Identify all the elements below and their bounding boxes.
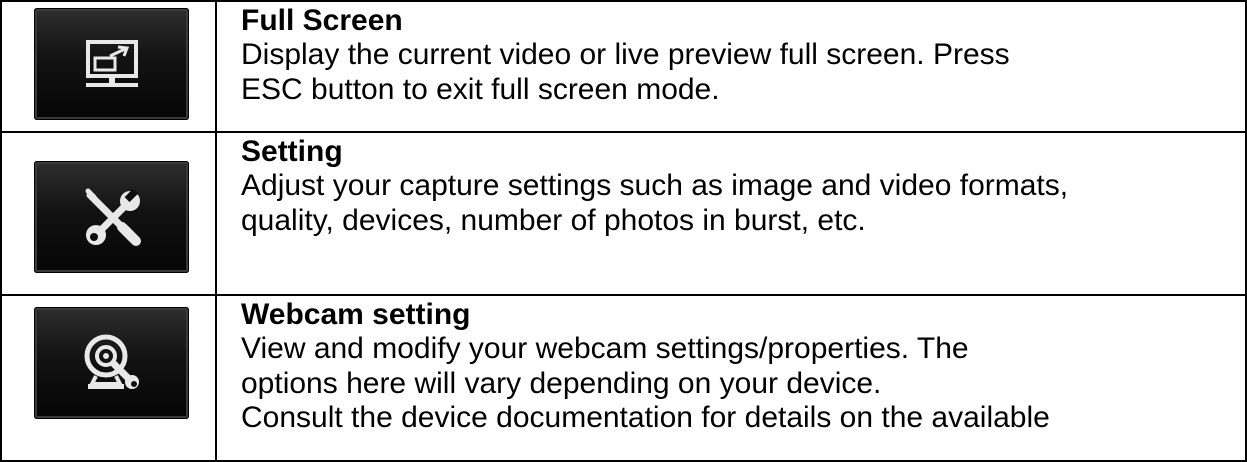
description-cell: Full Screen Display the current video or…: [215, 0, 1247, 133]
fullscreen-monitor-icon: [85, 40, 138, 87]
icon-cell: [0, 0, 217, 133]
wrench-screwdriver-icon: [85, 188, 141, 246]
description-cell: Webcam setting View and modify your webc…: [215, 294, 1247, 462]
item-description: Adjust your capture settings such as ima…: [241, 169, 1069, 237]
item-description: Display the current video or live previe…: [241, 38, 1010, 106]
icon-cell: [0, 131, 217, 296]
table-row: Full Screen Display the current video or…: [0, 0, 1247, 133]
webcam-setting-button[interactable]: [34, 307, 189, 419]
table-row: Webcam setting View and modify your webc…: [0, 294, 1247, 462]
item-title: Setting: [241, 135, 343, 168]
description-cell: Setting Adjust your capture settings suc…: [215, 131, 1247, 296]
item-title: Full Screen: [241, 4, 403, 37]
full-screen-button[interactable]: [34, 8, 189, 120]
setting-button[interactable]: [34, 161, 189, 273]
webcam-wrench-icon: [84, 334, 139, 389]
feature-table: Full Screen Display the current video or…: [0, 0, 1247, 462]
table-row: Setting Adjust your capture settings suc…: [0, 131, 1247, 296]
item-description: View and modify your webcam settings/pro…: [241, 332, 1050, 434]
item-title: Webcam setting: [241, 298, 471, 331]
icon-cell: [0, 294, 217, 462]
